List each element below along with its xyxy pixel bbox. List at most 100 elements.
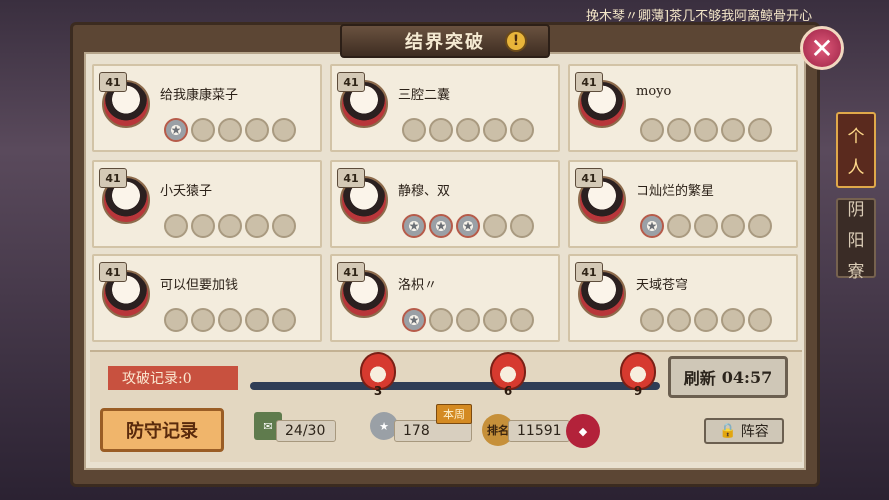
star-empty-icon [510, 214, 534, 238]
opponent-card[interactable]: 41 三腔二囊 [330, 64, 560, 152]
star-slots [164, 308, 296, 332]
daruma-reward-icon[interactable]: 9 [620, 352, 656, 398]
refresh-button[interactable]: 刷新 04:57 [668, 356, 788, 398]
star-empty-icon [667, 118, 691, 142]
daruma-reward-icon[interactable]: 6 [490, 352, 526, 398]
refresh-timer: 04:57 [721, 367, 773, 387]
star-slots [402, 118, 534, 142]
milestone-3: 3 [373, 384, 383, 398]
star-empty-icon [272, 118, 296, 142]
player-name: 小夭猿子 [160, 184, 213, 199]
opponent-card[interactable]: 41 moyo [568, 64, 798, 152]
star-empty-icon [272, 308, 296, 332]
star-empty-icon [245, 118, 269, 142]
star-empty-icon [510, 118, 534, 142]
player-name: 给我康康菜子 [160, 88, 239, 103]
star-empty-icon [640, 118, 664, 142]
star-filled-icon: ★ [429, 214, 453, 238]
star-empty-icon [483, 308, 507, 332]
star-filled-icon: ★ [456, 214, 480, 238]
player-name: 天域苍穹 [636, 278, 689, 293]
opponent-card[interactable]: 41 小夭猿子 [92, 160, 322, 248]
level-badge: 41 [337, 168, 365, 188]
star-filled-icon: ★ [164, 118, 188, 142]
star-filled-icon: ★ [640, 214, 664, 238]
star-empty-icon [483, 214, 507, 238]
star-empty-icon [218, 118, 242, 142]
level-badge: 41 [99, 262, 127, 282]
star-slots [640, 118, 772, 142]
star-empty-icon [667, 308, 691, 332]
star-filled-icon: ★ [402, 214, 426, 238]
star-slots: ★ [164, 118, 296, 142]
star-empty-icon [721, 308, 745, 332]
tab-guild-label-bottom: 寮 [847, 261, 865, 282]
star-empty-icon [694, 214, 718, 238]
tab-personal-label-bottom: 人 [847, 158, 865, 178]
level-badge: 41 [337, 72, 365, 92]
tab-guild[interactable]: 阴 阳 寮 [836, 198, 876, 282]
star-empty-icon [667, 214, 691, 238]
opponent-card[interactable]: 41 静穆、双 ★ ★ ★ [330, 160, 560, 248]
info-icon[interactable]: ! [505, 30, 527, 52]
star-empty-icon [402, 118, 426, 142]
daruma-reward-icon[interactable]: 3 [360, 352, 396, 398]
tab-personal[interactable]: 个 人 [836, 112, 876, 188]
star-empty-icon [721, 118, 745, 142]
defense-record-button[interactable]: 防守记录 [100, 408, 224, 452]
star-slots [164, 214, 296, 238]
weekly-badge: 本周 [436, 404, 472, 424]
star-empty-icon [191, 308, 215, 332]
level-badge: 41 [99, 72, 127, 92]
star-empty-icon [694, 308, 718, 332]
star-empty-icon [510, 308, 534, 332]
player-name: moyo [636, 84, 672, 99]
player-name: 三腔二囊 [398, 88, 451, 103]
player-name: 静穆、双 [398, 184, 451, 199]
star-empty-icon [483, 118, 507, 142]
record-progress-track [250, 382, 660, 390]
tab-guild-label-top: 阴 [847, 199, 865, 220]
star-empty-icon [218, 214, 242, 238]
star-empty-icon [694, 118, 718, 142]
player-name: 可以但要加钱 [160, 278, 239, 293]
level-badge: 41 [575, 262, 603, 282]
star-empty-icon [456, 118, 480, 142]
tab-personal-label-top: 个 [847, 127, 865, 147]
star-empty-icon [164, 308, 188, 332]
star-slots: ★ [402, 308, 534, 332]
tab-guild-label-mid: 阳 [847, 230, 865, 251]
level-badge: 41 [337, 262, 365, 282]
refresh-label: 刷新 [683, 369, 716, 388]
star-empty-icon [748, 308, 772, 332]
lineup-button[interactable]: 🔒 阵容 [704, 418, 784, 444]
star-empty-icon [164, 214, 188, 238]
opponent-card[interactable]: 41 コ灿烂的繁星 ★ [568, 160, 798, 248]
star-empty-icon [191, 214, 215, 238]
ticket-count: 24/30 [276, 420, 336, 442]
break-record-label: 攻破记录:0 [108, 366, 238, 390]
player-name: コ灿烂的繁星 [636, 184, 715, 199]
star-empty-icon [721, 214, 745, 238]
star-empty-icon [245, 308, 269, 332]
star-filled-icon: ★ [402, 308, 426, 332]
level-badge: 41 [99, 168, 127, 188]
level-badge: 41 [575, 168, 603, 188]
opponent-card[interactable]: 41 给我康康菜子 ★ [92, 64, 322, 152]
milestone-9: 9 [633, 384, 643, 398]
lineup-label: 阵容 [740, 424, 769, 440]
close-button[interactable]: ✕ [800, 26, 844, 70]
opponent-card[interactable]: 41 天域苍穹 [568, 254, 798, 342]
milestone-6: 6 [503, 384, 513, 398]
star-slots [640, 308, 772, 332]
rank-value: 11591 [508, 420, 570, 442]
star-empty-icon [429, 308, 453, 332]
star-empty-icon [245, 214, 269, 238]
star-slots: ★ [640, 214, 772, 238]
level-badge: 41 [575, 72, 603, 92]
opponent-card[interactable]: 41 洛枳〃 ★ [330, 254, 560, 342]
star-empty-icon [456, 308, 480, 332]
star-empty-icon [429, 118, 453, 142]
opponent-card[interactable]: 41 可以但要加钱 [92, 254, 322, 342]
star-empty-icon [191, 118, 215, 142]
